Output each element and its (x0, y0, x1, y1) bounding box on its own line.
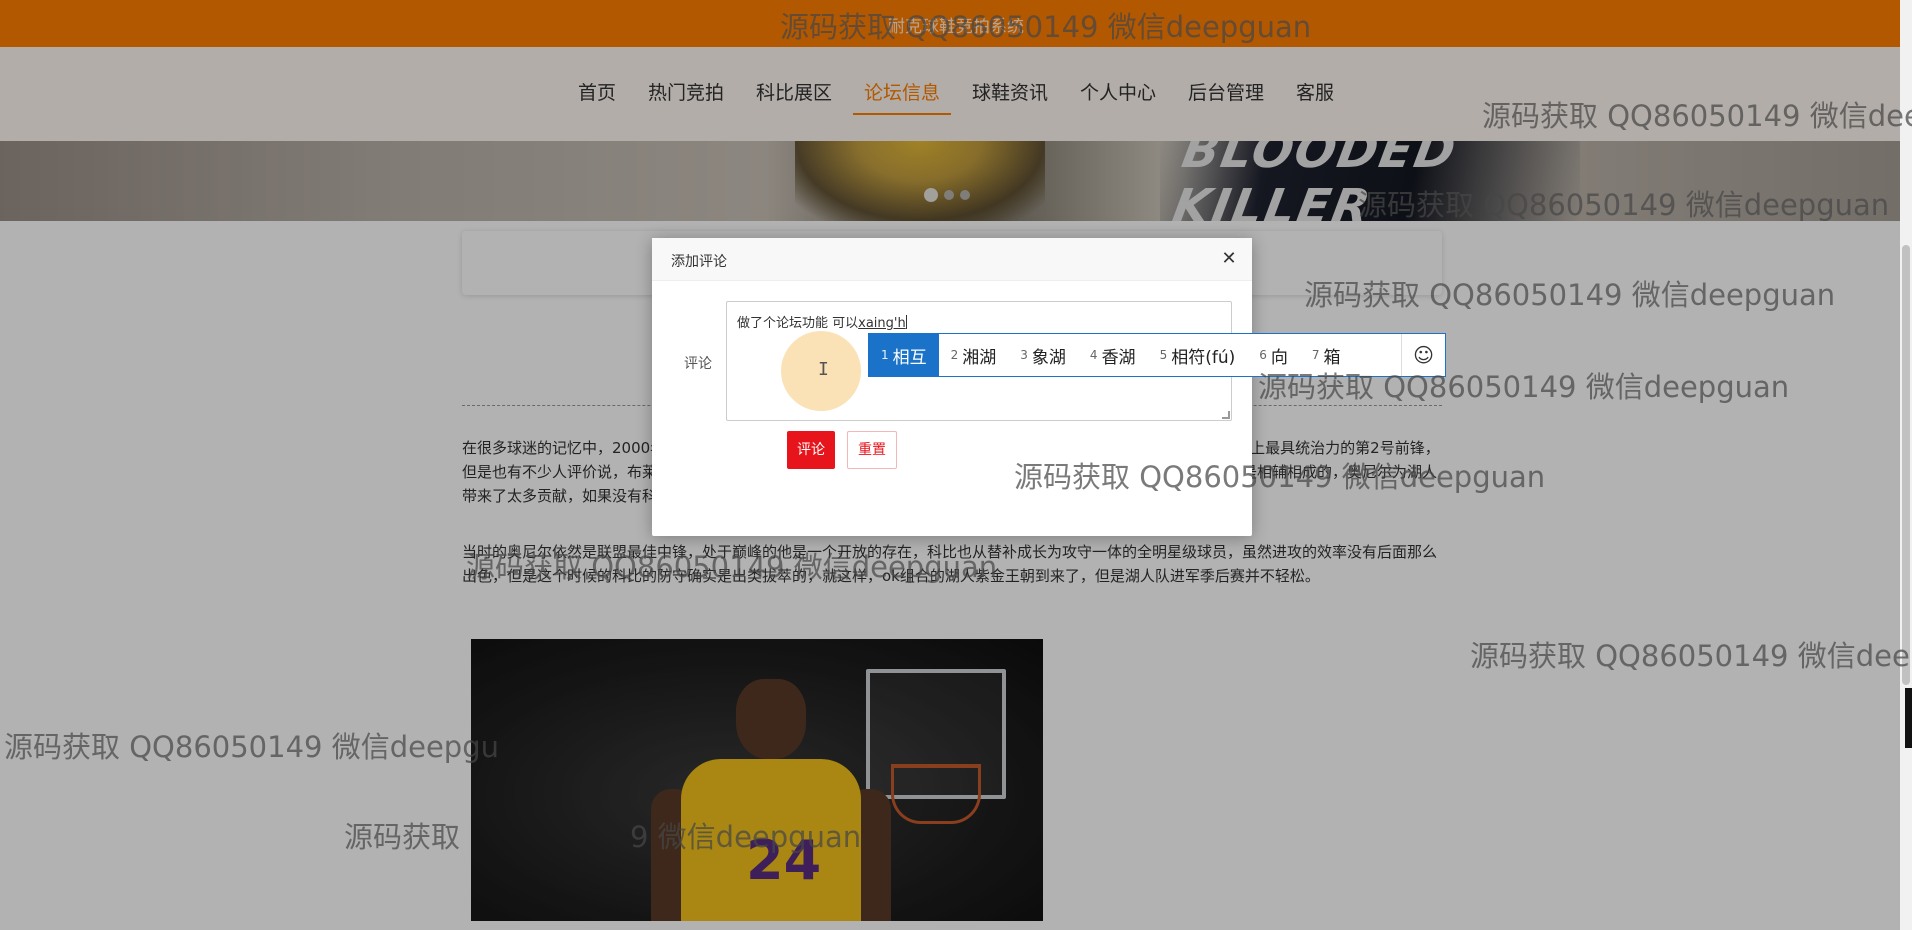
ime-candidate-2[interactable]: 2 湘湖 (939, 334, 1009, 376)
text-cursor-icon: I (818, 359, 829, 380)
textarea-resize-handle[interactable] (1222, 411, 1230, 419)
comment-text: 做了个论坛功能 可以 (737, 316, 859, 331)
ime-candidate-text: 向 (1270, 347, 1288, 368)
ime-candidate-index: 6 (1259, 348, 1267, 362)
ime-candidate-1[interactable]: 1 相互 (869, 334, 939, 376)
scroll-position-marker (1905, 688, 1912, 748)
ime-candidate-text: 相符(fú) (1171, 347, 1236, 368)
ime-candidate-index: 1 (881, 348, 889, 362)
ime-candidate-index: 2 (950, 348, 959, 362)
dialog-title: 添加评论 (671, 254, 727, 270)
reset-button[interactable]: 重置 (847, 431, 897, 469)
close-icon[interactable]: ✕ (1219, 249, 1239, 269)
ime-candidate-index: 7 (1311, 348, 1320, 362)
ime-candidate-6[interactable]: 6向 (1247, 334, 1300, 376)
text-caret (905, 315, 907, 329)
ime-candidate-index: 5 (1159, 348, 1168, 362)
ime-candidate-3[interactable]: 3 象湖 (1008, 334, 1078, 376)
ime-candidate-text: 湘湖 (962, 347, 997, 368)
dialog-header: 添加评论 ✕ (652, 238, 1252, 281)
ime-composing-text: xaing'h (858, 316, 906, 331)
ime-candidate-text: 相互 (892, 347, 927, 368)
ime-candidate-text: 箱 (1323, 347, 1341, 368)
ime-candidate-index: 3 (1020, 348, 1028, 362)
ime-candidate-7[interactable]: 7箱 (1300, 334, 1353, 376)
ime-candidate-5[interactable]: 5 相符(fú) (1148, 334, 1248, 376)
emoji-icon[interactable]: ☺ (1401, 334, 1445, 376)
comment-field-label: 评论 (684, 356, 712, 372)
submit-comment-button[interactable]: 评论 (787, 431, 835, 469)
scrollbar-thumb[interactable] (1902, 245, 1910, 685)
ime-candidate-bar: 1 相互 2 湘湖 3 象湖 4 香湖 5 相符(fú) 6向 7箱 ☺ (868, 333, 1446, 377)
ime-candidate-4[interactable]: 4 香湖 (1078, 334, 1148, 376)
add-comment-dialog: 添加评论 ✕ 评论 做了个论坛功能 可以xaing'h 评论 重置 (652, 238, 1252, 536)
ime-candidate-text: 香湖 (1101, 347, 1136, 368)
ime-candidate-index: 4 (1089, 348, 1098, 362)
ime-candidate-text: 象湖 (1031, 347, 1066, 368)
page-scrollbar[interactable] (1900, 0, 1912, 930)
